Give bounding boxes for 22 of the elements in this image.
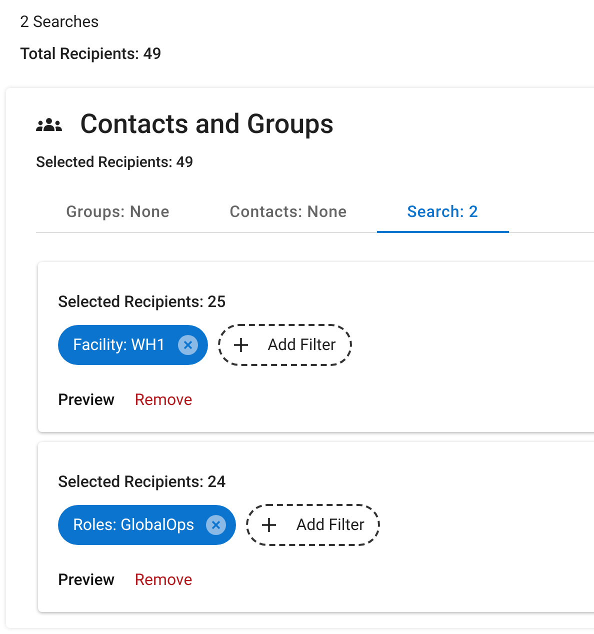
add-filter-button[interactable]: Add Filter [218, 324, 352, 366]
plus-icon [234, 338, 248, 352]
selected-recipients-count: Selected Recipients: 24 [58, 471, 227, 493]
preview-button[interactable]: Preview [58, 568, 115, 592]
filter-chip[interactable]: Roles: GlobalOps [58, 505, 236, 545]
group-icon [36, 117, 62, 132]
remove-chip-icon[interactable] [206, 515, 226, 535]
tab[interactable]: Contacts: None [200, 193, 378, 233]
preview-button[interactable]: Preview [58, 388, 115, 412]
tab[interactable]: Search: 2 [377, 193, 508, 233]
filter-chip[interactable]: Facility: WH1 [58, 325, 208, 365]
total-recipients: Total Recipients: 49 [20, 43, 162, 65]
search-count: 2 Searches [20, 11, 100, 33]
panel-title: Contacts and Groups [80, 107, 334, 142]
tab[interactable]: Groups: None [36, 193, 200, 233]
plus-icon [262, 518, 276, 532]
add-filter-button[interactable]: Add Filter [246, 504, 380, 546]
remove-button[interactable]: Remove [134, 388, 192, 412]
remove-button[interactable]: Remove [134, 568, 192, 592]
remove-chip-icon[interactable] [178, 335, 198, 355]
selected-recipients-count: Selected Recipients: 25 [58, 291, 227, 313]
selected-recipients-total: Selected Recipients: 49 [36, 152, 194, 172]
